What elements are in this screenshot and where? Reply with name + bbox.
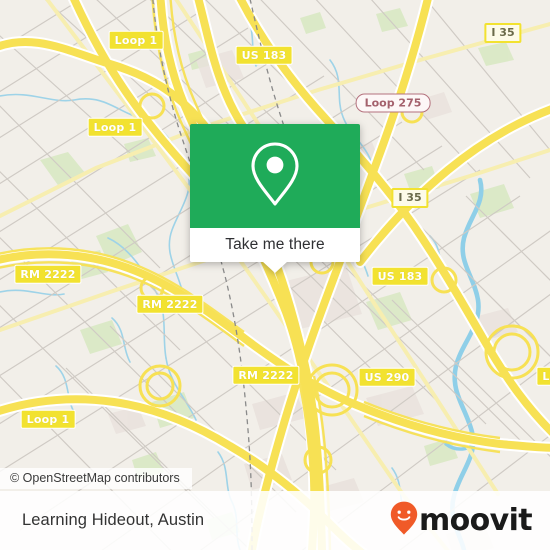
osm-attribution[interactable]: © OpenStreetMap contributors <box>0 468 192 489</box>
card-icon-area <box>190 124 360 228</box>
map-pin-icon <box>249 141 301 212</box>
road-label-loop-1[interactable]: Loop 1 <box>20 409 76 429</box>
bottom-info-bar: Learning Hideout, Austin moovit <box>0 491 550 550</box>
road-label-clipped[interactable]: L <box>536 366 550 386</box>
road-label-i-35[interactable]: I 35 <box>484 23 522 43</box>
road-label-us-183[interactable]: US 183 <box>235 45 293 65</box>
moovit-place-map-screen: Loop 1 US 183 I 35 Loop 275 Loop 1 I 35 … <box>0 0 550 550</box>
take-me-there-label: Take me there <box>225 236 325 253</box>
road-label-loop-275[interactable]: Loop 275 <box>355 93 431 113</box>
place-info-card[interactable]: Take me there <box>190 124 360 273</box>
moovit-pin-icon <box>389 500 419 541</box>
road-label-rm-2222[interactable]: RM 2222 <box>136 294 204 314</box>
moovit-logo[interactable]: moovit <box>389 500 533 541</box>
road-label-i-35[interactable]: I 35 <box>391 188 429 208</box>
road-label-loop-1[interactable]: Loop 1 <box>108 30 164 50</box>
moovit-wordmark: moovit <box>418 502 533 538</box>
road-label-rm-2222[interactable]: RM 2222 <box>232 365 300 385</box>
road-label-us-183[interactable]: US 183 <box>371 266 429 286</box>
card-action-area[interactable]: Take me there <box>190 228 360 273</box>
card-pointer-tip <box>262 261 288 273</box>
road-label-rm-2222[interactable]: RM 2222 <box>14 264 82 284</box>
road-label-us-290[interactable]: US 290 <box>358 367 416 387</box>
road-label-loop-1[interactable]: Loop 1 <box>87 117 143 137</box>
place-title: Learning Hideout, Austin <box>22 511 205 529</box>
